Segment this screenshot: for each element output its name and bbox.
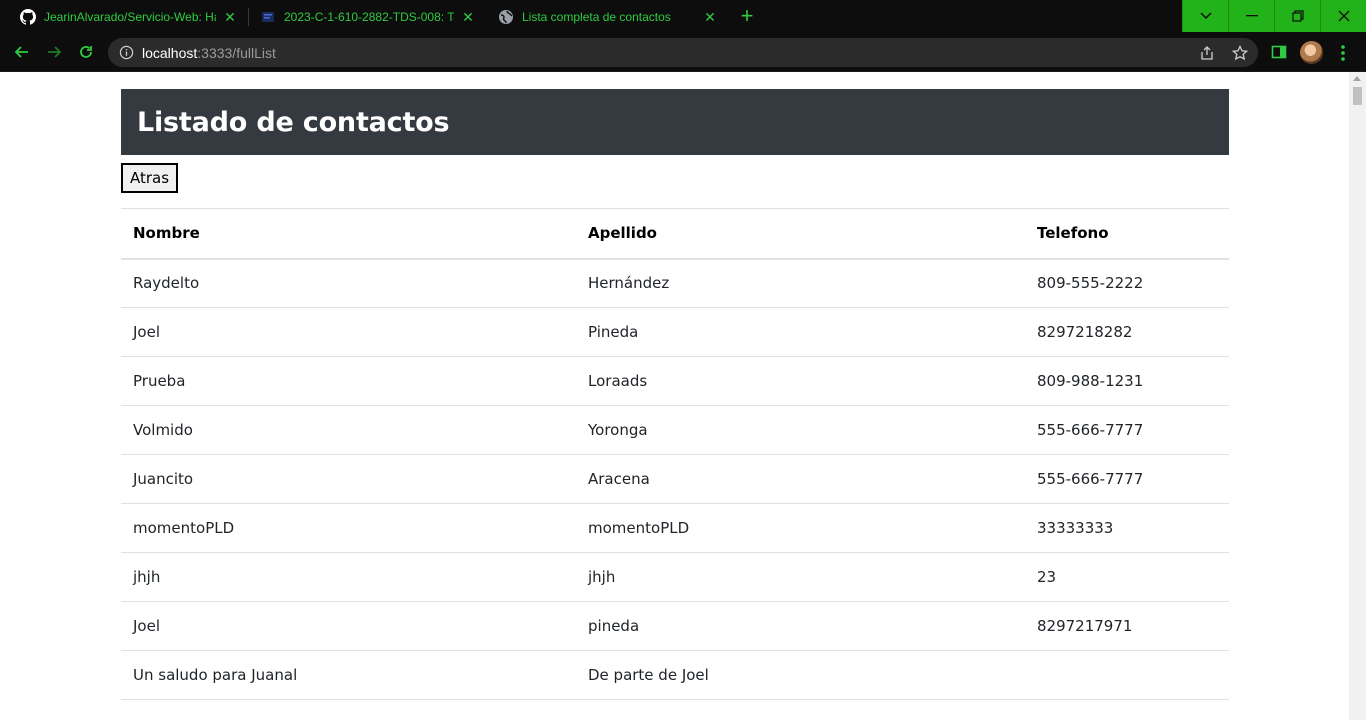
cell-telefono: 809-988-1231 (1037, 372, 1144, 390)
cell-telefono (1025, 651, 1229, 700)
document-icon (260, 9, 276, 25)
forward-nav-button[interactable] (42, 40, 66, 64)
close-tab-icon[interactable]: ✕ (460, 9, 476, 26)
table-row: momentoPLD momentoPLD 33333333 (121, 504, 1229, 553)
cell-apellido: pineda (588, 617, 640, 635)
back-button[interactable]: Atras (121, 163, 179, 193)
close-tab-icon[interactable]: ✕ (702, 9, 718, 26)
reload-icon (80, 46, 92, 58)
info-icon[interactable] (119, 45, 134, 60)
arrow-left-icon (14, 46, 28, 58)
cell-telefono: 8297218282 (1037, 323, 1133, 341)
tab-github[interactable]: JearinAlvarado/Servicio-Web: Ha ✕ (0, 0, 248, 34)
cell-nombre: Juancito (133, 470, 194, 488)
tab-strip: JearinAlvarado/Servicio-Web: Ha ✕ 2023-C… (0, 0, 1366, 34)
cell-nombre: jhjh (133, 568, 161, 586)
cell-telefono: 8297217971 (1037, 617, 1133, 635)
github-icon (20, 9, 37, 25)
cell-nombre: Joel (133, 323, 160, 341)
cell-apellido: De parte de Joel (588, 666, 709, 684)
page-scrollbar[interactable] (1349, 72, 1366, 720)
arrow-right-icon (48, 46, 62, 58)
more-options-icon[interactable] (1338, 43, 1348, 63)
table-row: jhjh jhjh 23 (121, 553, 1229, 602)
table-row: Un saludo para Juanal De parte de Joel (121, 651, 1229, 700)
cell-telefono: 555-666-7777 (1037, 470, 1144, 488)
profile-avatar[interactable] (1300, 41, 1323, 64)
tab-title: 2023-C-1-610-2882-TDS-008: Ta (284, 10, 454, 24)
close-icon (1338, 10, 1349, 22)
cell-apellido: jhjh (588, 568, 616, 586)
cell-apellido: Loraads (588, 372, 648, 390)
tab-classroom[interactable]: 2023-C-1-610-2882-TDS-008: Ta ✕ (240, 0, 486, 34)
table-row: Joel Pineda 8297218282 (121, 308, 1229, 357)
content-container: Listado de contactos Atras Nombre Apelli… (121, 89, 1229, 720)
cell-nombre: Raydelto (133, 274, 200, 293)
table-row: Juancito Aracena 555-666-7777 (121, 455, 1229, 504)
chevron-down-icon (1199, 12, 1212, 20)
window-controls (1182, 0, 1366, 32)
back-nav-button[interactable] (10, 40, 34, 64)
cell-apellido: momentoPLD (588, 519, 690, 537)
reload-button[interactable] (74, 40, 98, 64)
cell-telefono: 555-666-7777 (1037, 421, 1144, 439)
url-host: localhost (142, 45, 198, 61)
table-row: Volmido Yoronga 555-666-7777 (121, 406, 1229, 455)
tab-search-button[interactable] (1182, 0, 1228, 32)
page-title: Listado de contactos (137, 106, 450, 138)
minimize-button[interactable] (1228, 0, 1274, 32)
tab-active-contacts[interactable]: Lista completa de contactos ✕ (478, 0, 728, 34)
table-row: Raydelto Hernández 809-555-2222 (121, 259, 1229, 308)
cell-telefono: 809-555-2222 (1037, 274, 1144, 293)
cell-apellido: Hernández (588, 274, 670, 293)
scroll-up-arrow-icon[interactable] (1353, 76, 1361, 81)
scrollbar-thumb[interactable] (1353, 87, 1362, 105)
cell-nombre: Volmido (133, 421, 193, 439)
column-header-telefono: Telefono (1037, 224, 1109, 243)
side-panel-icon[interactable] (1271, 44, 1287, 60)
table-row-partial (121, 700, 1229, 720)
cell-apellido: Pineda (588, 323, 639, 341)
tab-title: Lista completa de contactos (522, 10, 671, 24)
table-header-row: Nombre Apellido Telefono (121, 208, 1229, 259)
contacts-table: Nombre Apellido Telefono Raydelto Hernán… (121, 208, 1229, 720)
page-header: Listado de contactos (121, 89, 1229, 155)
cell-nombre: Un saludo para Juanal (133, 666, 298, 684)
new-tab-button[interactable]: + (734, 4, 760, 30)
cell-nombre: momentoPLD (133, 519, 235, 537)
restore-button[interactable] (1274, 0, 1320, 32)
cell-nombre: Prueba (133, 372, 186, 390)
cell-apellido: Yoronga (588, 421, 648, 439)
table-row: Joel pineda 8297217971 (121, 602, 1229, 651)
url-path: :3333/fullList (197, 45, 276, 61)
cell-telefono: 33333333 (1037, 519, 1114, 537)
close-tab-icon[interactable]: ✕ (222, 9, 238, 26)
address-bar[interactable]: localhost:3333/fullList (108, 38, 1258, 67)
column-header-apellido: Apellido (588, 224, 657, 243)
cell-telefono: 23 (1037, 568, 1057, 586)
page-viewport: Listado de contactos Atras Nombre Apelli… (0, 72, 1349, 720)
cell-apellido: Aracena (588, 470, 650, 488)
cell-nombre: Joel (133, 617, 160, 635)
close-window-button[interactable] (1320, 0, 1366, 32)
column-header-nombre: Nombre (133, 224, 200, 243)
restore-icon (1291, 10, 1304, 22)
globe-icon (498, 9, 514, 25)
bookmark-star-icon[interactable] (1231, 44, 1249, 61)
browser-toolbar: localhost:3333/fullList (0, 34, 1366, 71)
share-icon[interactable] (1199, 45, 1215, 61)
url-text: localhost:3333/fullList (142, 45, 276, 61)
table-row: Prueba Loraads 809-988-1231 (121, 357, 1229, 406)
tab-title: JearinAlvarado/Servicio-Web: Ha (44, 10, 216, 24)
minimize-icon (1245, 15, 1258, 17)
